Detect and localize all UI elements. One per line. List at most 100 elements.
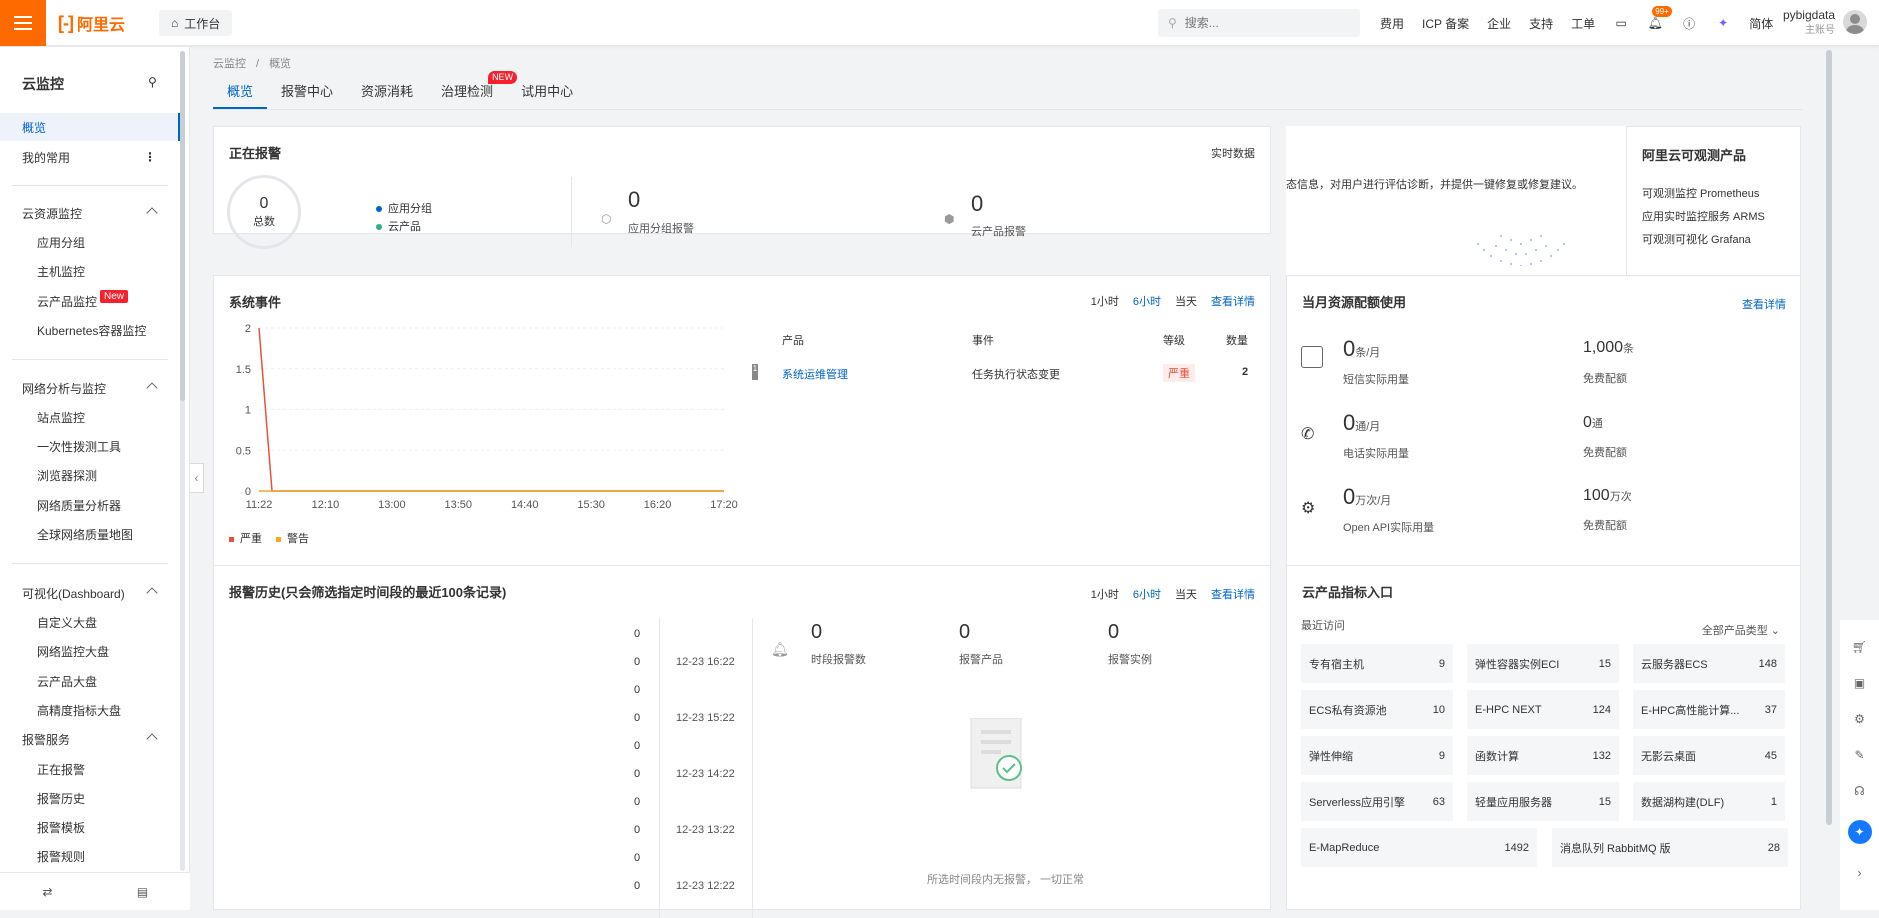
sidebar-item-globalmap[interactable]: 全球网络质量地图 — [0, 520, 180, 548]
sidebar-group-dashboard[interactable]: 可视化(Dashboard) — [0, 579, 180, 607]
sidebar-item-alarming[interactable]: 正在报警 — [0, 755, 180, 783]
metric-entry[interactable]: 数据湖构建(DLF) 1 — [1633, 782, 1785, 821]
settings-icon[interactable]: ⚙ — [1854, 712, 1865, 726]
logo[interactable]: [-] 阿里云 — [58, 11, 125, 35]
sidebar-item-netquality[interactable]: 网络质量分析器 — [0, 491, 180, 519]
ai-icon[interactable]: ✦ — [1847, 820, 1872, 844]
avatar[interactable] — [1843, 10, 1867, 34]
page-scrollbar[interactable] — [1826, 50, 1832, 825]
filter-label: 全部产品类型 — [1701, 625, 1768, 637]
quota-detail-link[interactable]: 查看详情 — [1742, 296, 1786, 312]
tab-trial[interactable]: 试用中心 — [507, 75, 587, 109]
workbench-button[interactable]: ⌂ 工作台 — [159, 10, 233, 36]
sidebar-group-network[interactable]: 网络分析与监控 — [0, 374, 180, 402]
metric-entry[interactable]: 弹性伸缩 9 — [1301, 736, 1453, 775]
menu-icon[interactable] — [0, 0, 46, 46]
cart-icon[interactable]: 🛒︎ — [1852, 640, 1867, 654]
nav-enterprise[interactable]: 企业 — [1487, 15, 1511, 32]
switch-icon[interactable]: ⇄ — [0, 873, 95, 910]
range-1h[interactable]: 1小时 — [1091, 293, 1119, 309]
row-expand-icon[interactable]: 1 — [752, 364, 758, 380]
metric-entry[interactable]: 云服务器ECS 148 — [1633, 644, 1785, 683]
search-input[interactable] — [1184, 16, 1335, 30]
x-tick-label: 13:50 — [445, 499, 473, 511]
user-info[interactable]: pybigdata 主账号 — [1783, 7, 1835, 39]
metric-entry[interactable]: E-HPC高性能计算... 37 — [1633, 690, 1785, 729]
search-box[interactable]: ⚲ — [1158, 9, 1360, 37]
cloud-alarm-label: 云产品报警 — [971, 226, 1026, 238]
observ-link-prometheus[interactable]: 可观测监控 Prometheus — [1642, 183, 1765, 206]
group-label: 云资源监控 — [22, 206, 83, 221]
observ-link-grafana[interactable]: 可观测可视化 Grafana — [1642, 229, 1765, 252]
metric-entry[interactable]: E-MapReduce 1492 — [1301, 828, 1537, 867]
observ-link-arms[interactable]: 应用实时监控服务 ARMS — [1642, 206, 1765, 229]
hist-range-1h[interactable]: 1小时 — [1091, 586, 1119, 602]
terminal-icon[interactable]: ▭ — [1613, 15, 1629, 31]
nav-icp[interactable]: ICP 备案 — [1422, 15, 1469, 32]
tab-resource[interactable]: 资源消耗 — [347, 75, 427, 109]
breadcrumb-item[interactable]: 云监控 — [213, 58, 246, 70]
sidebar-group-alarm[interactable]: 报警服务 — [0, 725, 180, 753]
sidebar-item-alarm-rule[interactable]: 报警规则 — [0, 842, 180, 870]
help-icon[interactable]: ⓘ — [1681, 15, 1697, 31]
sidebar-item-alarm-history[interactable]: 报警历史 — [0, 784, 180, 812]
metric-entry[interactable]: 弹性容器实例ECI 15 — [1467, 644, 1619, 683]
language-switch[interactable]: 简体 — [1749, 15, 1773, 32]
sidebar-item-overview[interactable]: 概览 — [0, 113, 180, 141]
sms-free-label: 免费配额 — [1583, 373, 1627, 385]
hist-range-today[interactable]: 当天 — [1175, 586, 1197, 602]
headset-icon[interactable]: ☊ — [1854, 784, 1865, 798]
metric-entry[interactable]: 轻量应用服务器 15 — [1467, 782, 1619, 821]
sidebar-item-cloud-dash[interactable]: 云产品大盘 — [0, 667, 180, 695]
sidebar-collapse-handle[interactable]: ‹ — [190, 463, 204, 493]
top-nav: 费用 ICP 备案 企业 支持 工单 ▭ 🔔︎ 99+ ⓘ ✦ 简体 — [1380, 0, 1773, 46]
event-product-link[interactable]: 系统运维管理 — [782, 366, 848, 382]
metric-entry[interactable]: 函数计算 132 — [1467, 736, 1619, 775]
metric-entry[interactable]: Serverless应用引擎 63 — [1301, 782, 1453, 821]
sidebar-item-cloud-product[interactable]: 云产品监控 New — [0, 287, 180, 315]
sidebar-item-app-group[interactable]: 应用分组 — [0, 228, 180, 256]
bell-icon[interactable]: 🔔︎ 99+ — [1647, 6, 1672, 31]
more-icon[interactable]: ⋮ — [144, 150, 156, 164]
chevron-right-icon[interactable]: › — [1858, 866, 1862, 880]
events-detail-link[interactable]: 查看详情 — [1211, 293, 1255, 309]
tab-alarm-center[interactable]: 报警中心 — [267, 75, 347, 109]
sidebar-item-hp-dash[interactable]: 高精度指标大盘 — [0, 696, 180, 724]
metric-entry[interactable]: ECS私有资源池 10 — [1301, 690, 1453, 729]
tab-governance[interactable]: 治理检测 NEW — [427, 71, 518, 109]
sidebar-item-net-dash[interactable]: 网络监控大盘 — [0, 637, 180, 665]
metric-entry[interactable]: 消息队列 RabbitMQ 版 28 — [1552, 828, 1788, 867]
logo-text: 阿里云 — [76, 17, 125, 34]
ai-assistant-icon[interactable]: ✦ — [1715, 15, 1731, 31]
breadcrumb-current: 概览 — [269, 58, 292, 70]
sidebar-search-icon[interactable]: ⚲ — [148, 75, 157, 89]
sidebar-item-alarm-template[interactable]: 报警模板 — [0, 813, 180, 841]
metric-entry[interactable]: 无影云桌面 45 — [1633, 736, 1785, 775]
range-6h[interactable]: 6小时 — [1133, 293, 1161, 309]
hist-range-6h[interactable]: 6小时 — [1133, 586, 1161, 602]
sidebar-item-host[interactable]: 主机监控 — [0, 257, 180, 285]
nav-ticket[interactable]: 工单 — [1571, 15, 1595, 32]
nav-support[interactable]: 支持 — [1529, 15, 1553, 32]
sidebar-item-site[interactable]: 站点监控 — [0, 403, 180, 431]
metric-entry[interactable]: E-HPC NEXT 124 — [1467, 690, 1619, 729]
sidebar-favorites-label: 我的常用 — [22, 150, 71, 165]
phone-free: 0 — [1583, 414, 1592, 431]
sidebar-item-k8s[interactable]: Kubernetes容器监控 — [0, 316, 180, 344]
product-type-filter[interactable]: 全部产品类型 ⌄ — [1702, 622, 1780, 638]
sidebar-item-favorites[interactable]: 我的常用 ⋮ — [0, 143, 180, 171]
history-detail-link[interactable]: 查看详情 — [1211, 586, 1255, 602]
x-tick-label: 13:00 — [378, 499, 406, 511]
calendar-icon[interactable]: ▣ — [1854, 676, 1865, 690]
edit-icon[interactable]: ✎ — [1854, 748, 1864, 762]
metric-entry[interactable]: 专有宿主机 9 — [1301, 644, 1453, 683]
sidebar-group-cloud-resource[interactable]: 云资源监控 — [0, 199, 180, 227]
sidebar-item-oneshot[interactable]: 一次性拨测工具 — [0, 432, 180, 460]
sidebar-scrollbar[interactable] — [180, 51, 185, 871]
tab-overview[interactable]: 概览 — [213, 75, 268, 109]
sidebar-item-browser[interactable]: 浏览器探测 — [0, 461, 180, 489]
nav-fee[interactable]: 费用 — [1380, 15, 1404, 32]
range-today[interactable]: 当天 — [1175, 293, 1197, 309]
sidebar-item-custom-dash[interactable]: 自定义大盘 — [0, 608, 180, 636]
feedback-icon[interactable]: ▤ — [95, 873, 190, 910]
